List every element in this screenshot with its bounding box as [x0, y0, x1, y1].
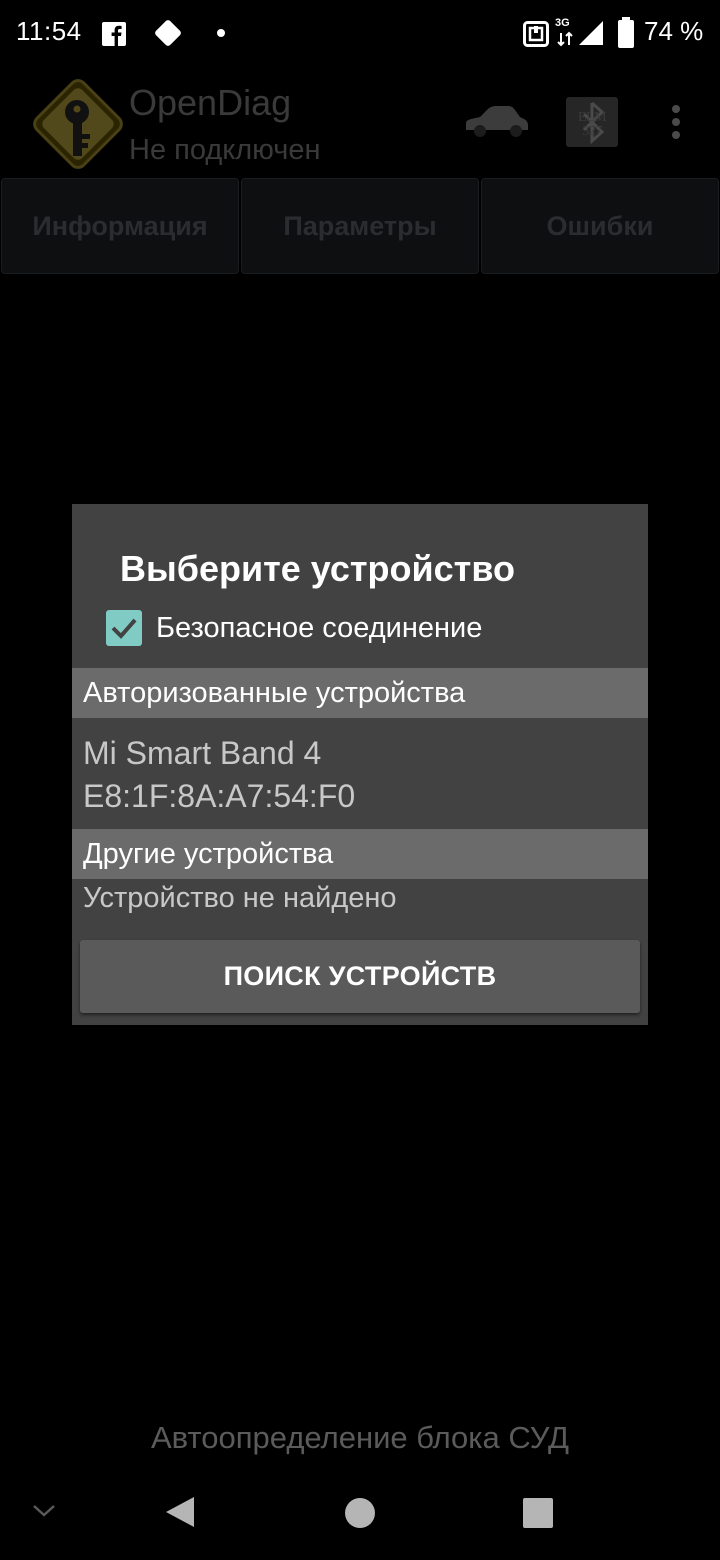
- battery-percent: 74 %: [644, 16, 704, 46]
- tab-errors[interactable]: Ошибки: [481, 178, 719, 274]
- auto-detect-caption: Автоопределение блока СУД: [150, 1420, 570, 1455]
- list-item-device[interactable]: Mi Smart Band 4 E8:1F:8A:A7:54:F0: [83, 732, 355, 818]
- car-icon[interactable]: [462, 104, 530, 140]
- device-address: E8:1F:8A:A7:54:F0: [83, 778, 356, 814]
- elm-label: ELM 327: [577, 110, 607, 139]
- secure-connection-label: Безопасное соединение: [156, 611, 483, 644]
- secure-connection-checkbox[interactable]: [106, 610, 142, 646]
- authorized-devices-header: Авторизованные устройства: [72, 668, 648, 718]
- app-title: OpenDiag: [129, 82, 292, 123]
- dialog-title: Выберите устройство: [120, 548, 515, 589]
- tab-bar: Информация Параметры Ошибки: [0, 178, 720, 274]
- connection-status: Не подключен: [129, 134, 321, 166]
- status-time: 11:54: [16, 16, 82, 46]
- facebook-icon: [102, 22, 126, 46]
- home-icon[interactable]: [344, 1497, 376, 1529]
- bluetooth-elm-icon[interactable]: ELM 327: [566, 97, 618, 147]
- other-devices-header: Другие устройства: [72, 829, 648, 879]
- network-3g-icon: 3G: [555, 17, 575, 49]
- dot-icon: [217, 29, 225, 37]
- chevron-down-icon[interactable]: [31, 1502, 57, 1520]
- nfc-icon: [523, 21, 549, 47]
- battery-icon: [618, 17, 634, 48]
- device-name: Mi Smart Band 4: [83, 735, 322, 771]
- checkmark-icon: [111, 618, 137, 639]
- scan-devices-button[interactable]: ПОИСК УСТРОЙСТВ: [80, 940, 640, 1013]
- recents-icon[interactable]: [522, 1497, 554, 1529]
- tab-parameters[interactable]: Параметры: [241, 178, 479, 274]
- navigation-bar: [0, 1462, 720, 1560]
- network-label: 3G: [555, 17, 570, 29]
- back-icon[interactable]: [164, 1495, 196, 1529]
- diamond-icon: [155, 20, 181, 46]
- app-logo-key-icon: [33, 79, 123, 169]
- signal-icon: [579, 21, 603, 45]
- no-devices-found-text: Устройство не найдено: [83, 882, 397, 914]
- select-device-dialog: Выберите устройство Безопасное соединени…: [72, 504, 648, 1025]
- app-bar: OpenDiag Не подключен ELM 327: [0, 70, 720, 176]
- overflow-menu-icon[interactable]: [668, 104, 684, 140]
- secure-connection-row[interactable]: Безопасное соединение: [106, 608, 482, 648]
- tab-information[interactable]: Информация: [1, 178, 239, 274]
- status-bar: 11:54 3G 74 %: [0, 0, 720, 70]
